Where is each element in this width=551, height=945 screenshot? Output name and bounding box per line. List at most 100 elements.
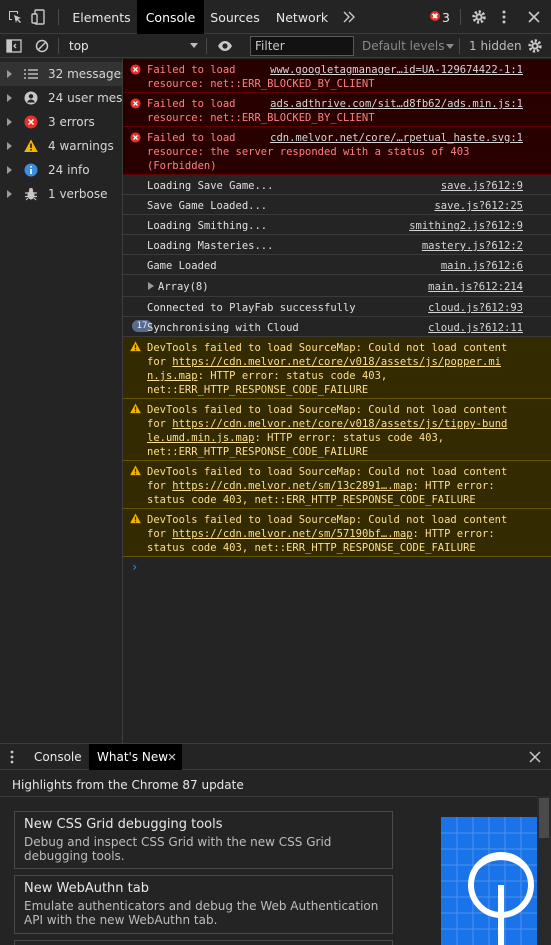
sourcemap-link[interactable]: https://cdn.melvor.net/core/v018/assets/…: [172, 418, 507, 430]
sidebar-item-label: 32 messages: [48, 67, 122, 81]
sidebar-item-label: 3 errors: [48, 115, 95, 129]
warning-text: for: [147, 528, 173, 540]
warning-icon: [24, 139, 38, 152]
error-text-line: resource: net::ERR_BLOCKED_BY_CLIENT: [147, 78, 375, 90]
drawer-tab-bar: Console What's New: [0, 743, 551, 770]
console-sidebar: 32 messages 24 user mes… 3 errors 4 warn…: [0, 59, 123, 743]
warning-text: for: [147, 480, 173, 492]
sidebar-item-warnings[interactable]: 4 warnings: [0, 134, 122, 158]
chevron-down-icon[interactable]: [446, 44, 454, 49]
error-icon: [24, 115, 38, 129]
expand-caret-icon[interactable]: [7, 118, 12, 126]
context-selector[interactable]: top: [69, 34, 89, 58]
inspect-element-icon[interactable]: [7, 9, 23, 25]
sidebar-item-label: 24 info: [48, 163, 90, 177]
sourcemap-link[interactable]: https://cdn.melvor.net/core/v018/assets/…: [172, 356, 501, 368]
filter-input[interactable]: [250, 36, 354, 56]
close-devtools-icon[interactable]: [526, 9, 542, 25]
error-source-link[interactable]: cdn.melvor.net/core/…rpetual_haste.svg:1: [270, 131, 523, 145]
error-source-link[interactable]: www.googletagmanager…id=UA-129674422-1:1: [270, 63, 523, 77]
sourcemap-link[interactable]: https://cdn.melvor.net/sm/13c2891….map: [172, 480, 412, 492]
sidebar-item-verbose[interactable]: 1 verbose: [0, 182, 122, 206]
drawer-tab-console[interactable]: Console: [34, 744, 82, 770]
warning-text-line: for https://cdn.melvor.net/core/v018/ass…: [147, 417, 545, 431]
error-message: Failed to load ads.adthrive.com/sit…d8fb…: [123, 93, 551, 127]
toolbar-divider: [58, 38, 59, 54]
sourcemap-link[interactable]: le.umd.min.js.map: [147, 432, 254, 444]
tab-network[interactable]: Network: [269, 0, 335, 34]
sidebar-item-info[interactable]: 24 info: [0, 158, 122, 182]
sidebar-item-messages[interactable]: 32 messages: [0, 62, 122, 86]
warning-text: : HTTP error:: [412, 528, 495, 540]
warning-text-line: le.umd.min.js.map: HTTP error: status co…: [147, 431, 545, 445]
log-source-link[interactable]: main.js?612:6: [441, 259, 523, 273]
sourcemap-link[interactable]: n.js.map: [147, 370, 198, 382]
log-source-link[interactable]: cloud.js?612:93: [428, 301, 523, 315]
toolbar-divider: [460, 9, 461, 25]
log-source-link[interactable]: cloud.js?612:11: [428, 321, 523, 335]
expand-caret-icon[interactable]: [7, 142, 12, 150]
drawer-tab-label: What's New: [97, 750, 169, 764]
feature-card-css-grid[interactable]: New CSS Grid debugging tools Debug and i…: [14, 811, 393, 869]
expand-caret-icon[interactable]: [7, 70, 12, 78]
close-tab-icon[interactable]: [168, 753, 176, 761]
log-message: Loading Save Game... save.js?612:9: [123, 175, 551, 195]
warning-text-line: DevTools failed to load SourceMap: Could…: [147, 404, 508, 416]
sidebar-item-label: 24 user mes…: [48, 91, 122, 105]
device-toolbar-icon[interactable]: [31, 9, 47, 25]
settings-gear-icon[interactable]: [471, 9, 487, 25]
drawer-tab-whats-new[interactable]: What's New: [89, 744, 182, 770]
log-source-link[interactable]: smithing2.js?612:9: [409, 219, 523, 233]
warning-text-line: status code 403, net::ERR_HTTP_RESPONSE_…: [147, 542, 476, 554]
more-tabs-icon[interactable]: [342, 10, 356, 24]
log-source-link[interactable]: mastery.js?612:2: [422, 239, 523, 253]
tab-elements[interactable]: Elements: [66, 0, 137, 34]
sidebar-toggle-icon[interactable]: [6, 38, 22, 54]
error-text-line: (Forbidden): [147, 160, 217, 172]
warning-text-line: net::ERR_HTTP_RESPONSE_CODE_FAILURE: [147, 384, 369, 396]
sidebar-item-user-messages[interactable]: 24 user mes…: [0, 86, 122, 110]
error-source-link[interactable]: ads.adthrive.com/sit…d8fb62/ads.min.js:1: [270, 97, 523, 111]
log-message: 17 Synchronising with Cloud cloud.js?612…: [123, 317, 551, 337]
info-icon: [24, 163, 38, 177]
log-source-link[interactable]: save.js?612:25: [434, 199, 523, 213]
console-settings-gear-icon[interactable]: [527, 38, 543, 54]
console-prompt[interactable]: ›: [131, 560, 138, 574]
feature-card-webauthn[interactable]: New WebAuthn tab Emulate authenticators …: [14, 875, 393, 934]
error-text-line: resource: net::ERR_BLOCKED_BY_CLIENT: [147, 112, 375, 124]
log-source-link[interactable]: save.js?612:9: [441, 179, 523, 193]
feature-card-partial[interactable]: [14, 940, 393, 945]
expand-caret-icon[interactable]: [7, 166, 12, 174]
live-expression-eye-icon[interactable]: [217, 38, 233, 54]
error-count[interactable]: 3: [442, 0, 450, 36]
customize-menu-icon[interactable]: [496, 9, 512, 25]
drawer-menu-icon[interactable]: [10, 750, 14, 764]
console-messages: Failed to load www.googletagmanager…id=U…: [123, 59, 551, 743]
card-title: New CSS Grid debugging tools: [24, 817, 223, 832]
list-icon: [24, 69, 38, 79]
card-description: Debug and inspect CSS Grid with the new …: [24, 835, 332, 863]
chevron-down-icon[interactable]: [190, 43, 198, 48]
tab-console[interactable]: Console: [137, 0, 204, 34]
warning-message: DevTools failed to load SourceMap: Could…: [123, 461, 551, 509]
expand-triangle-icon[interactable]: [148, 282, 154, 290]
highlights-heading: Highlights from the Chrome 87 update: [12, 778, 244, 792]
scrollbar-thumb[interactable]: [539, 798, 549, 838]
log-source-link[interactable]: main.js?612:214: [428, 280, 523, 294]
log-levels-dropdown[interactable]: Default levels: [362, 34, 444, 58]
error-count-icon[interactable]: [430, 11, 440, 21]
warning-text-line: for https://cdn.melvor.net/core/v018/ass…: [147, 355, 545, 369]
warning-text-line: DevTools failed to load SourceMap: Could…: [147, 514, 508, 526]
clear-console-icon[interactable]: [34, 38, 50, 54]
sourcemap-link[interactable]: https://cdn.melvor.net/sm/57190bf….map: [172, 528, 412, 540]
expand-caret-icon[interactable]: [7, 94, 12, 102]
sidebar-item-errors[interactable]: 3 errors: [0, 110, 122, 134]
chrome-87-promo-image: [441, 817, 537, 945]
warning-text-line: DevTools failed to load SourceMap: Could…: [147, 466, 508, 478]
warning-message: DevTools failed to load SourceMap: Could…: [123, 509, 551, 557]
expand-caret-icon[interactable]: [7, 190, 12, 198]
tab-sources[interactable]: Sources: [204, 0, 266, 34]
close-drawer-icon[interactable]: [529, 751, 541, 763]
log-message-array[interactable]: Array(8) main.js?612:214: [123, 275, 551, 297]
warning-text: : HTTP error:: [412, 480, 495, 492]
